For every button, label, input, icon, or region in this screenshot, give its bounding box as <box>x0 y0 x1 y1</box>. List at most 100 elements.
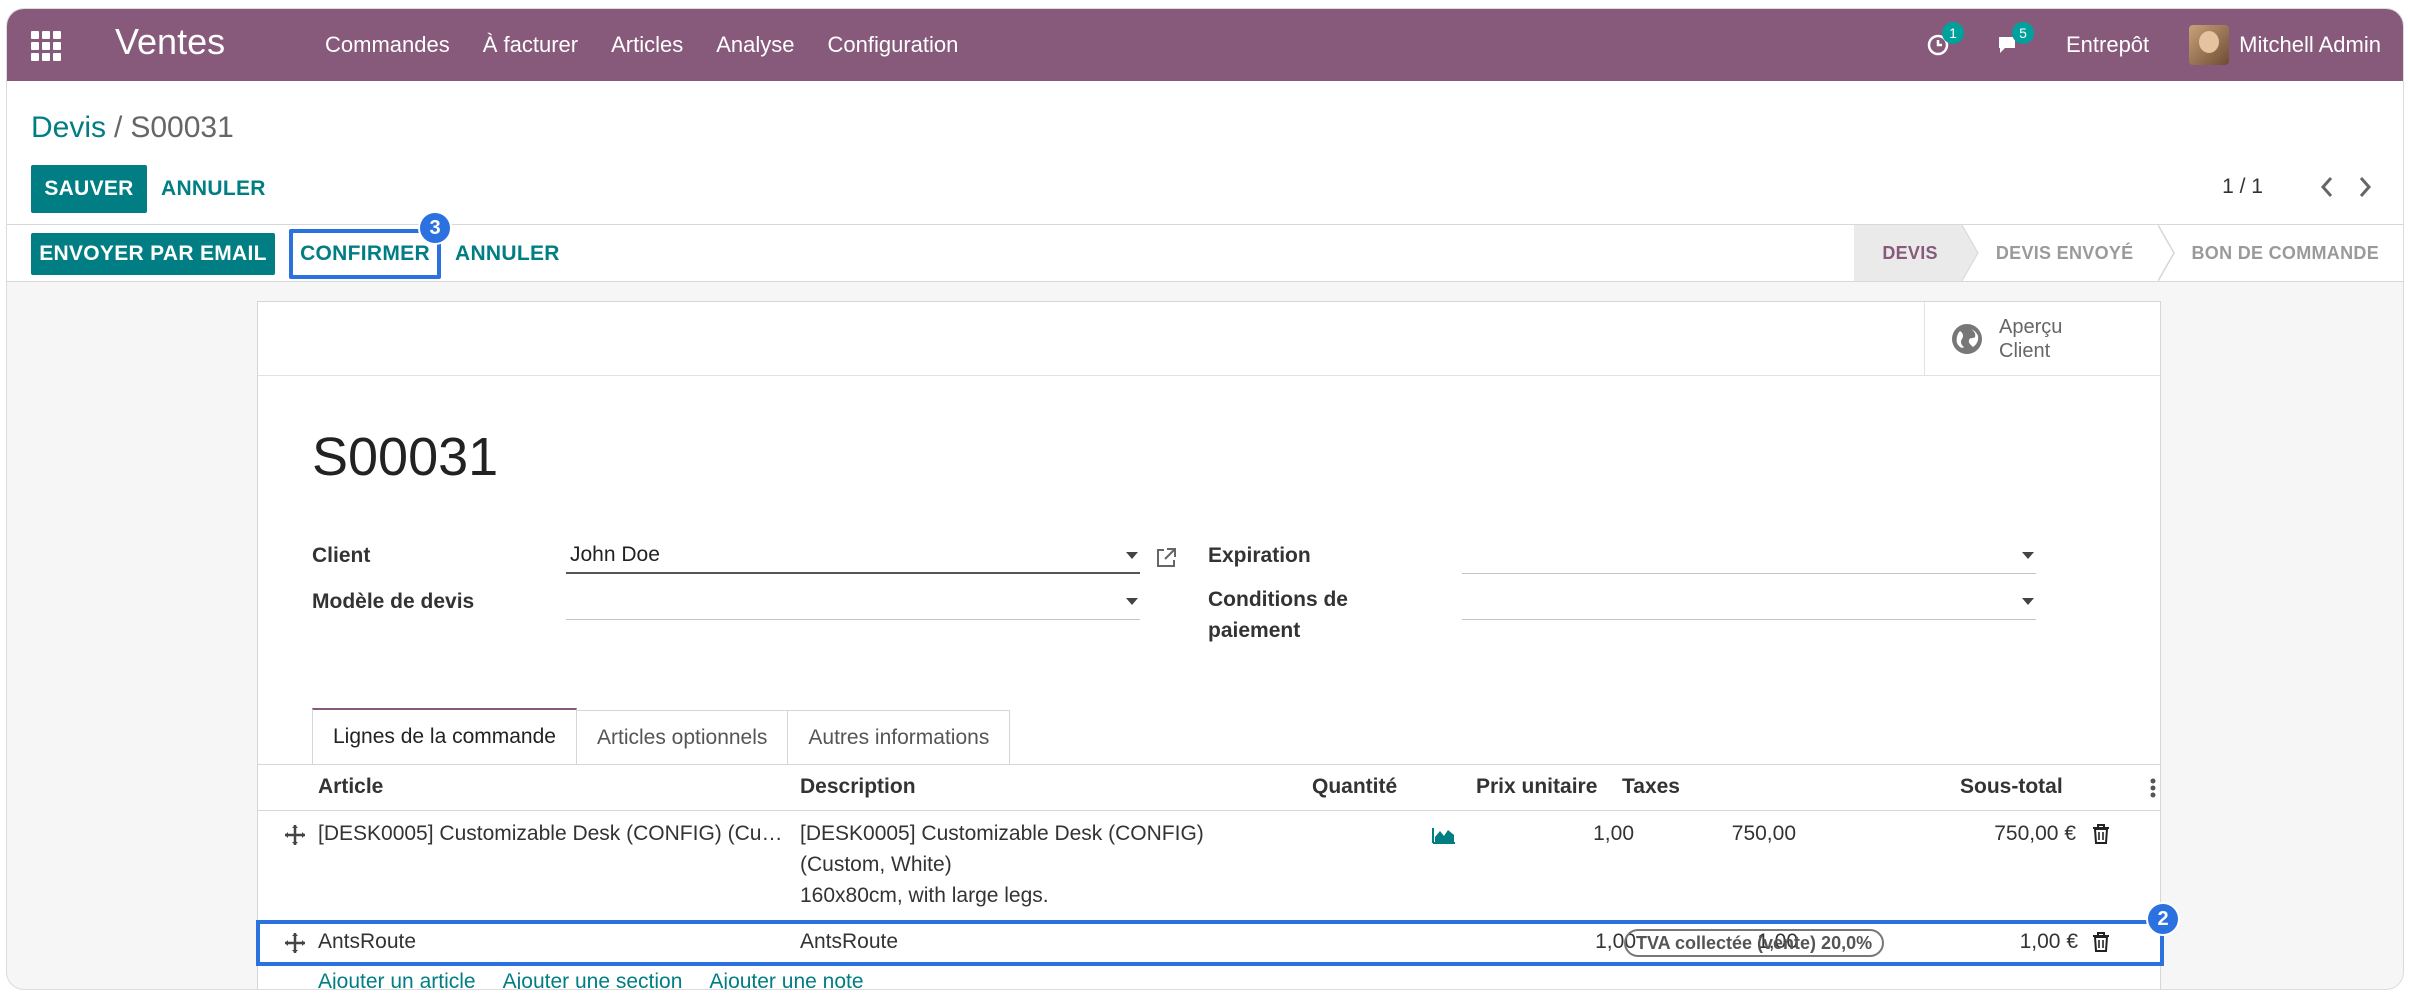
menu-articles[interactable]: Articles <box>611 32 683 58</box>
chevron-left-icon[interactable] <box>2313 171 2341 203</box>
trash-icon[interactable] <box>2092 824 2110 844</box>
stage-bon-de-commande[interactable]: BON DE COMMANDE <box>2176 225 2404 281</box>
form-sheet: Aperçu Client S00031 Client John Doe Mod… <box>256 301 2180 989</box>
trash-icon[interactable] <box>2092 932 2110 952</box>
stage-bon-de-commande-label: BON DE COMMANDE <box>2191 242 2379 263</box>
stage-devis[interactable]: DEVIS <box>1854 225 1962 281</box>
chevron-down-icon[interactable] <box>2022 598 2034 605</box>
client-label: Client <box>312 544 371 567</box>
payment-terms-field[interactable] <box>1462 584 2036 620</box>
company-switcher[interactable]: Entrepôt <box>2066 32 2149 58</box>
add-line-links: Ajouter un article Ajouter une section A… <box>318 970 891 989</box>
button-box: Aperçu Client <box>258 302 2160 376</box>
row-description[interactable]: [DESK0005] Customizable Desk (CONFIG) (C… <box>800 818 1204 911</box>
client-field[interactable]: John Doe <box>566 538 1140 574</box>
cancel-button[interactable]: ANNULER <box>455 233 560 275</box>
activity-badge: 1 <box>1941 22 1964 44</box>
breadcrumb: Devis / S00031 <box>31 111 234 145</box>
expiration-field[interactable] <box>1462 538 2036 574</box>
column-options-icon[interactable] <box>2150 777 2156 804</box>
menu-commandes[interactable]: Commandes <box>325 32 450 58</box>
row-unit-price[interactable]: 750,00 <box>1732 818 1796 849</box>
status-stages: DEVIS DEVIS ENVOYÉ BON DE COMMANDE <box>1854 225 2403 281</box>
page-title: S00031 <box>312 427 499 487</box>
breadcrumb-separator: / <box>114 111 123 144</box>
external-link-icon[interactable] <box>1154 546 1178 575</box>
add-product-link[interactable]: Ajouter un article <box>318 970 476 989</box>
tab-order-lines[interactable]: Lignes de la commande <box>312 708 577 764</box>
customer-preview-button[interactable]: Aperçu Client <box>1924 302 2160 376</box>
row-description[interactable]: AntsRoute <box>800 926 898 957</box>
column-description[interactable]: Description <box>800 775 916 799</box>
systray: 1 5 Entrepôt Mitchell Admin <box>1926 9 2381 81</box>
main-menu: Commandes À facturer Articles Analyse Co… <box>325 9 991 81</box>
drag-handle-icon[interactable] <box>284 824 306 846</box>
globe-icon <box>1952 324 1982 354</box>
chevron-down-icon[interactable] <box>2022 552 2034 559</box>
column-article[interactable]: Article <box>318 775 383 799</box>
column-subtotal[interactable]: Sous-total <box>1960 775 2063 799</box>
user-menu[interactable]: Mitchell Admin <box>2239 32 2381 58</box>
stage-arrow-icon <box>2157 225 2175 281</box>
form-statusbar: ENVOYER PAR EMAIL CONFIRMER 3 ANNULER DE… <box>7 211 2403 282</box>
breadcrumb-current: S00031 <box>130 111 234 144</box>
send-email-button[interactable]: ENVOYER PAR EMAIL <box>31 233 275 275</box>
apps-grid-icon[interactable] <box>31 31 61 61</box>
quotation-template-label: Modèle de devis <box>312 590 475 613</box>
row-description-line: 160x80cm, with large legs. <box>800 884 1049 907</box>
menu-analyse[interactable]: Analyse <box>716 32 794 58</box>
stage-devis-envoye-label: DEVIS ENVOYÉ <box>1995 242 2134 263</box>
chevron-right-icon[interactable] <box>2351 171 2379 203</box>
save-button[interactable]: SAUVER <box>31 165 147 213</box>
column-unit-price[interactable]: Prix unitaire <box>1476 775 1597 799</box>
notebook-tabs: Lignes de la commande Articles optionnel… <box>312 708 1011 766</box>
confirm-button[interactable]: CONFIRMER <box>289 229 441 279</box>
expiration-label: Expiration <box>1208 544 1311 567</box>
chevron-down-icon[interactable] <box>1126 552 1138 559</box>
quotation-template-field[interactable] <box>566 584 1140 620</box>
forecast-chart-icon[interactable] <box>1432 826 1456 849</box>
column-quantity[interactable]: Quantité <box>1312 775 1397 799</box>
table-row[interactable]: AntsRoute AntsRoute 1,00 1,00 TVA collec… <box>256 920 2164 966</box>
tab-other-info[interactable]: Autres informations <box>787 710 1011 764</box>
stage-devis-label: DEVIS <box>1882 242 1938 263</box>
messages-chat-icon[interactable]: 5 <box>1996 22 2034 58</box>
row-subtotal: 750,00 € <box>1994 822 2076 845</box>
app-window: Ventes Commandes À facturer Articles Ana… <box>6 8 2404 990</box>
tax-tag[interactable]: TVA collectée (vente) 20,0% <box>1624 929 1885 957</box>
breadcrumb-devis-link[interactable]: Devis <box>31 111 106 144</box>
app-name[interactable]: Ventes <box>115 21 225 63</box>
pager-value[interactable]: 1 / 1 <box>2222 175 2263 199</box>
add-note-link[interactable]: Ajouter une note <box>709 970 863 989</box>
row-article[interactable]: AntsRoute <box>318 926 416 957</box>
drag-handle-icon[interactable] <box>284 932 306 954</box>
messages-badge: 5 <box>2011 22 2034 44</box>
discard-button[interactable]: ANNULER <box>161 165 266 213</box>
column-taxes[interactable]: Taxes <box>1622 775 1680 799</box>
activity-clock-icon[interactable]: 1 <box>1926 22 1964 58</box>
top-navbar: Ventes Commandes À facturer Articles Ana… <box>7 9 2403 81</box>
avatar[interactable] <box>2189 25 2230 65</box>
table-row[interactable]: [DESK0005] Customizable Desk (CONFIG) (C… <box>258 812 2160 914</box>
row-description-line: (Custom, White) <box>800 853 952 876</box>
pager: 1 / 1 <box>2222 171 2379 203</box>
control-panel: Devis / S00031 SAUVER ANNULER 1 / 1 <box>7 81 2403 231</box>
payment-terms-label-line2: paiement <box>1208 619 1301 642</box>
preview-label-line2: Client <box>1999 340 2051 362</box>
step-badge-2: 2 <box>2146 902 2180 936</box>
payment-terms-label-line1: Conditions de <box>1208 588 1348 611</box>
row-description-line: [DESK0005] Customizable Desk (CONFIG) <box>800 822 1204 845</box>
stage-devis-envoye[interactable]: DEVIS ENVOYÉ <box>1980 225 2158 281</box>
stage-arrow-icon <box>1961 225 1979 281</box>
row-article[interactable]: [DESK0005] Customizable Desk (CONFIG) (C… <box>318 818 782 849</box>
step-badge-3: 3 <box>418 211 452 245</box>
tab-optional-products[interactable]: Articles optionnels <box>575 710 789 764</box>
chevron-down-icon[interactable] <box>1126 598 1138 605</box>
row-subtotal: 1,00 € <box>2019 930 2078 953</box>
client-value: John Doe <box>570 543 660 566</box>
add-section-link[interactable]: Ajouter une section <box>503 970 683 989</box>
table-header: Article Description Quantité Prix unitai… <box>258 765 2160 811</box>
menu-configuration[interactable]: Configuration <box>828 32 959 58</box>
row-quantity[interactable]: 1,00 <box>1593 818 1634 849</box>
menu-a-facturer[interactable]: À facturer <box>483 32 578 58</box>
